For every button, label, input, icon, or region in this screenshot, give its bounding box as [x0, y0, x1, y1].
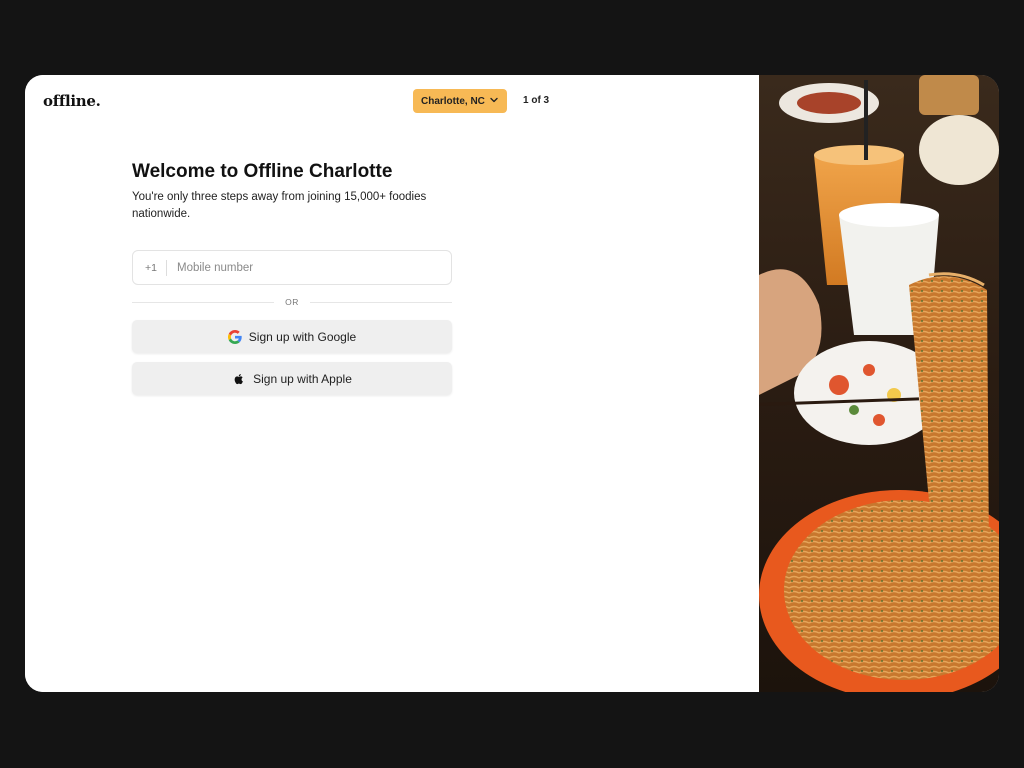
city-selector-label: Charlotte, NC [421, 95, 485, 107]
phone-field[interactable]: +1 [132, 250, 452, 285]
field-divider [166, 260, 167, 276]
page-title: Welcome to Offline Charlotte [132, 161, 393, 182]
signup-panel: offline. Charlotte, NC 1 of 3 Welcome to… [25, 75, 759, 692]
google-icon [227, 329, 242, 344]
step-indicator: 1 of 3 [523, 95, 550, 106]
food-photo [759, 75, 999, 692]
logo: offline. [43, 92, 101, 110]
country-code[interactable]: +1 [145, 262, 157, 274]
city-selector[interactable]: Charlotte, NC [413, 89, 507, 113]
or-divider: OR [132, 295, 452, 309]
chevron-down-icon [490, 97, 498, 103]
apple-signup-button[interactable]: Sign up with Apple [132, 362, 452, 395]
signup-window: offline. Charlotte, NC 1 of 3 Welcome to… [25, 75, 999, 692]
mobile-number-input[interactable] [177, 257, 437, 279]
noodle-dish-image [759, 75, 999, 692]
divider-line-right [310, 302, 452, 303]
apple-icon [234, 373, 244, 384]
google-signup-label: Sign up with Google [248, 329, 357, 344]
page-subtitle: You're only three steps away from joinin… [132, 191, 427, 220]
google-signup-button[interactable]: Sign up with Google [132, 320, 452, 353]
apple-signup-label: Sign up with Apple [253, 371, 352, 386]
